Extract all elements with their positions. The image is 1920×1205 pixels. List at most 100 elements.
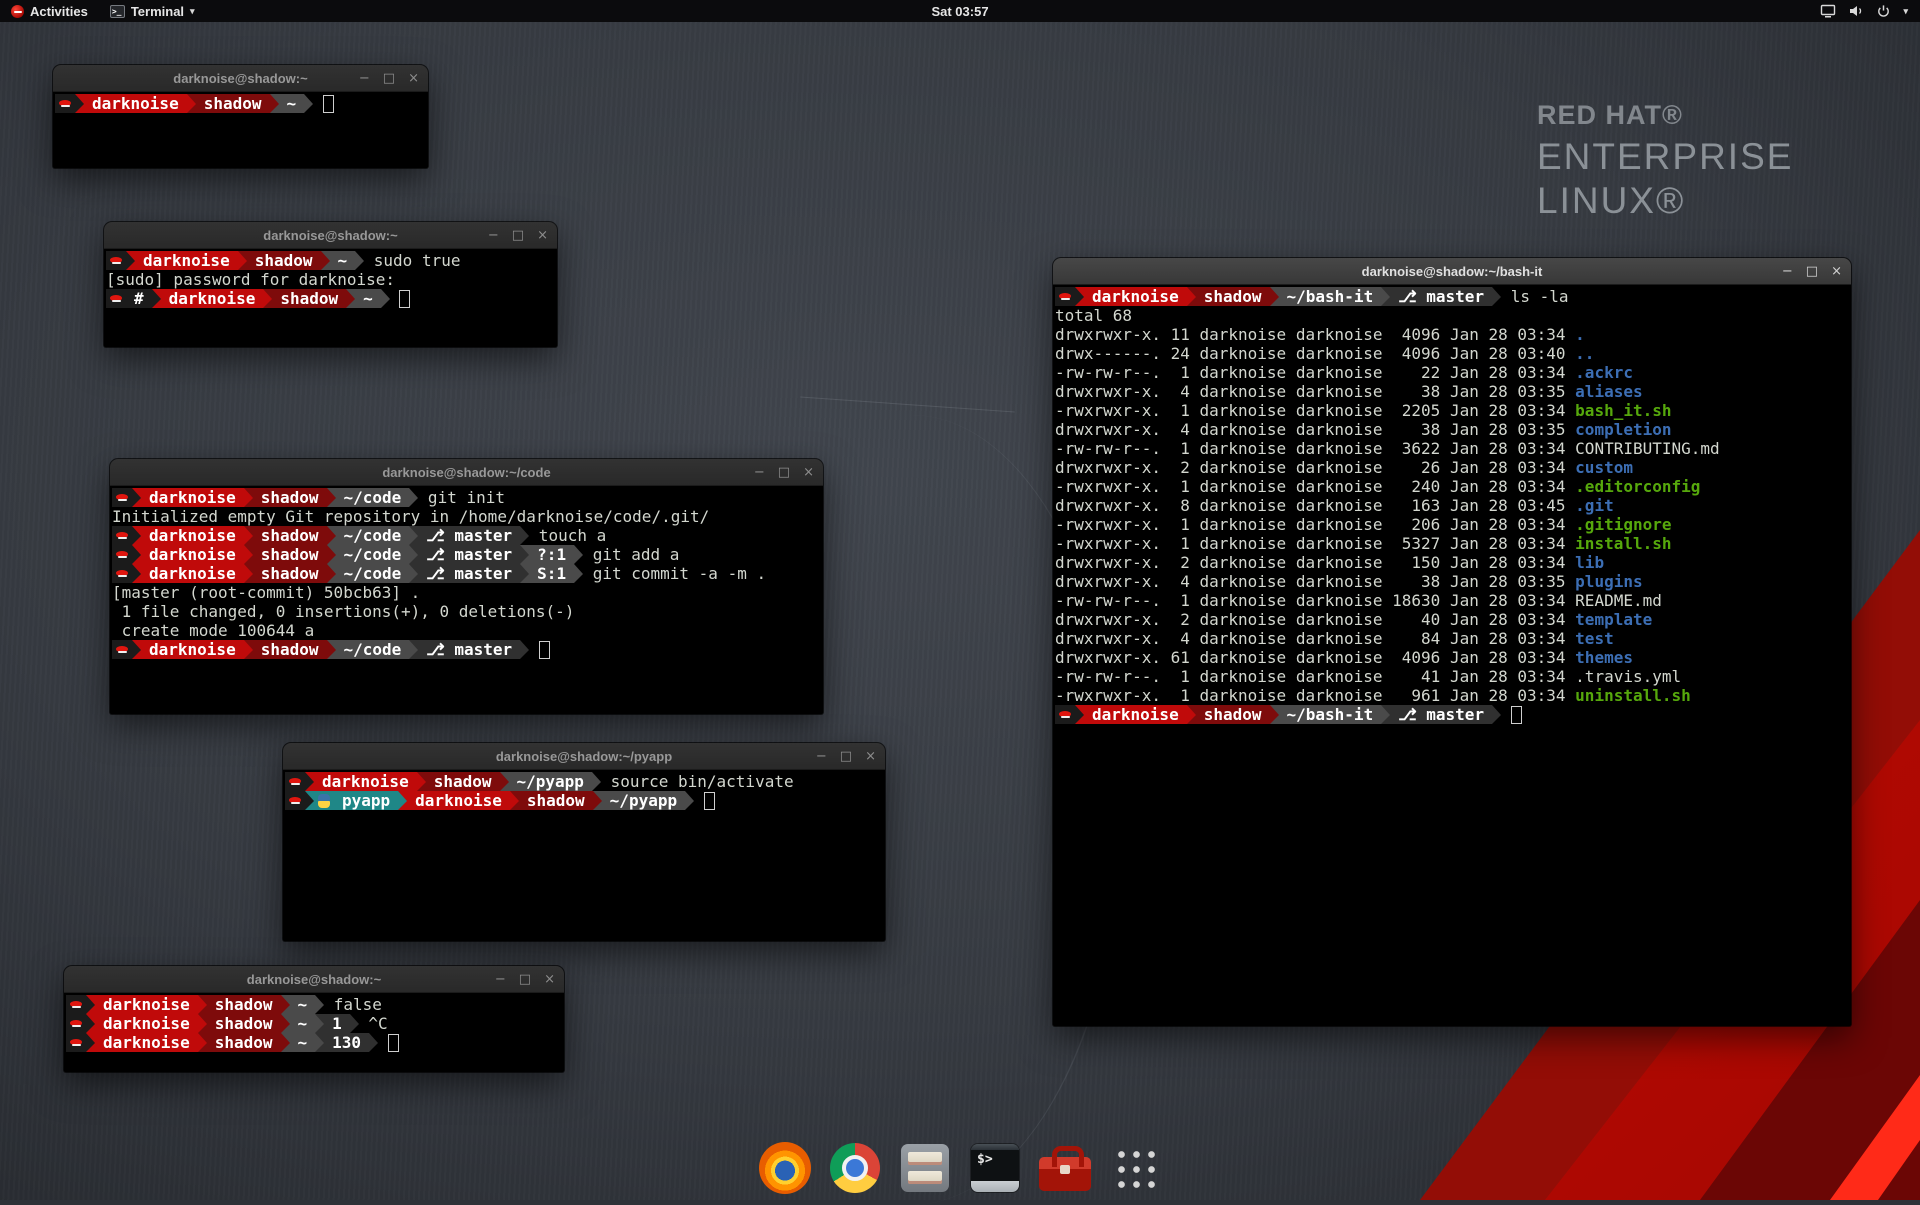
terminal-text: drwx------. 24 darknoise darknoise 4096 … [1055, 344, 1575, 363]
terminal-text: plugins [1575, 572, 1642, 591]
prompt-segment: ~ [290, 995, 316, 1014]
terminal-text: drwxrwxr-x. 4 darknoise darknoise 38 Jan… [1055, 420, 1575, 439]
powerline-separator-icon [417, 772, 426, 791]
maximize-button[interactable]: □ [383, 72, 395, 85]
terminal-content[interactable]: darknoiseshadow~ [53, 92, 428, 168]
firefox-icon[interactable] [759, 1142, 811, 1194]
minimize-button[interactable]: − [1782, 265, 1793, 278]
close-button[interactable]: × [408, 72, 419, 85]
chrome-icon[interactable] [829, 1142, 881, 1194]
powerline-separator-icon [369, 1033, 378, 1052]
terminal-line: drwxrwxr-x. 2 darknoise darknoise 150 Ja… [1055, 553, 1851, 572]
powerline-separator-icon [244, 564, 253, 583]
terminal-line: darknoiseshadow~/bash-it⎇ master ls -la [1055, 287, 1851, 306]
powerline-separator-icon [244, 545, 253, 564]
terminal-text: drwxrwxr-x. 2 darknoise darknoise 26 Jan… [1055, 458, 1575, 477]
terminal-text: create mode 100644 a [112, 621, 314, 640]
powerline-separator-icon [132, 564, 141, 583]
close-button[interactable]: × [865, 750, 876, 763]
terminal-content[interactable]: darknoiseshadow~/pyapp source bin/activa… [283, 770, 885, 941]
prompt-segment: pyapp [334, 791, 398, 810]
terminal-line: 1 file changed, 0 insertions(+), 0 delet… [112, 602, 823, 621]
activities-label: Activities [30, 4, 88, 19]
terminal-text: false [324, 995, 382, 1014]
maximize-button[interactable]: □ [1806, 265, 1818, 278]
prompt-segment: ~/bash-it [1279, 705, 1382, 724]
terminal-content[interactable]: darknoiseshadow~ sudo true[sudo] passwor… [104, 249, 557, 347]
close-button[interactable]: × [544, 973, 555, 986]
prompt-segment: shadow [253, 564, 327, 583]
files-icon[interactable] [899, 1142, 951, 1194]
close-button[interactable]: × [537, 229, 548, 242]
close-button[interactable]: × [1831, 265, 1842, 278]
powerline-separator-icon [244, 526, 253, 545]
maximize-button[interactable]: □ [519, 973, 531, 986]
terminal-line: -rwxrwxr-x. 1 darknoise darknoise 240 Ja… [1055, 477, 1851, 496]
terminal-text: ^C [359, 1014, 388, 1033]
minimize-button[interactable]: − [754, 466, 765, 479]
redhat-icon [112, 640, 132, 659]
terminal-line: drwxrwxr-x. 11 darknoise darknoise 4096 … [1055, 325, 1851, 344]
maximize-button[interactable]: □ [512, 229, 524, 242]
chevron-down-icon: ▾ [1903, 6, 1908, 17]
terminal-text: [master (root-commit) 50bcb63] . [112, 583, 420, 602]
window-titlebar[interactable]: darknoise@shadow:~ − □ × [104, 222, 557, 249]
window-titlebar[interactable]: darknoise@shadow:~/pyapp − □ × [283, 743, 885, 770]
powerline-separator-icon [132, 526, 141, 545]
redhat-icon [112, 488, 132, 507]
close-button[interactable]: × [803, 466, 814, 479]
app-menu[interactable]: Terminal ▾ [99, 0, 206, 22]
powerline-separator-icon [1492, 705, 1501, 724]
minimize-button[interactable]: − [359, 72, 370, 85]
terminal-icon[interactable]: $> [969, 1142, 1021, 1194]
terminal-content[interactable]: darknoiseshadow~ falsedarknoiseshadow~1 … [64, 993, 564, 1072]
powerline-separator-icon [409, 564, 418, 583]
app-menu-label: Terminal [131, 4, 184, 19]
terminal-line: drwxrwxr-x. 2 darknoise darknoise 40 Jan… [1055, 610, 1851, 629]
prompt-segment: shadow [247, 251, 321, 270]
redhat-logo-icon [11, 5, 24, 18]
chevron-down-icon: ▾ [190, 6, 195, 17]
terminal-line: darknoiseshadow~1 ^C [66, 1014, 564, 1033]
activities-button[interactable]: Activities [0, 0, 99, 22]
prompt-segment: darknoise [141, 564, 244, 583]
toolbox-icon[interactable] [1039, 1142, 1091, 1194]
terminal-text: 1 file changed, 0 insertions(+), 0 delet… [112, 602, 574, 621]
powerline-separator-icon [304, 94, 313, 113]
terminal-content[interactable]: darknoiseshadow~/code git initInitialize… [110, 486, 823, 714]
terminal-line: darknoiseshadow~/pyapp source bin/activa… [285, 772, 885, 791]
terminal-line: darknoiseshadow~130 [66, 1033, 564, 1052]
window-titlebar[interactable]: darknoise@shadow:~/bash-it − □ × [1053, 258, 1851, 285]
maximize-button[interactable]: □ [778, 466, 790, 479]
app-grid-icon[interactable] [1109, 1142, 1161, 1194]
window-titlebar[interactable]: darknoise@shadow:~ − □ × [64, 966, 564, 993]
powerline-separator-icon [75, 94, 84, 113]
terminal-text: sudo true [364, 251, 460, 270]
minimize-button[interactable]: − [495, 973, 506, 986]
window-titlebar[interactable]: darknoise@shadow:~ − □ × [53, 65, 428, 92]
terminal-text: git add a [583, 545, 679, 564]
terminal-line: drwxrwxr-x. 8 darknoise darknoise 163 Ja… [1055, 496, 1851, 515]
prompt-segment: # [126, 289, 152, 308]
prompt-segment: shadow [519, 791, 593, 810]
clock[interactable]: Sat 03:57 [931, 4, 988, 19]
minimize-button[interactable]: − [816, 750, 827, 763]
terminal-line: create mode 100644 a [112, 621, 823, 640]
system-status-area[interactable]: ▾ [1808, 0, 1920, 22]
prompt-segment: shadow [207, 1014, 281, 1033]
terminal-text: drwxrwxr-x. 4 darknoise darknoise 84 Jan… [1055, 629, 1575, 648]
powerline-separator-icon [281, 1033, 290, 1052]
terminal-window-pyapp: darknoise@shadow:~/pyapp − □ × darknoise… [283, 743, 885, 941]
prompt-segment: darknoise [84, 94, 187, 113]
prompt-segment: shadow [207, 995, 281, 1014]
minimize-button[interactable]: − [488, 229, 499, 242]
redhat-branding: RED HAT® ENTERPRISE LINUX® [1537, 100, 1793, 222]
powerline-separator-icon [409, 640, 418, 659]
terminal-content[interactable]: darknoiseshadow~/bash-it⎇ master ls -la t… [1053, 285, 1851, 1026]
powerline-separator-icon [315, 1033, 324, 1052]
redhat-icon [55, 94, 75, 113]
redhat-icon [112, 545, 132, 564]
window-titlebar[interactable]: darknoise@shadow:~/code − □ × [110, 459, 823, 486]
terminal-text: test [1575, 629, 1614, 648]
maximize-button[interactable]: □ [840, 750, 852, 763]
